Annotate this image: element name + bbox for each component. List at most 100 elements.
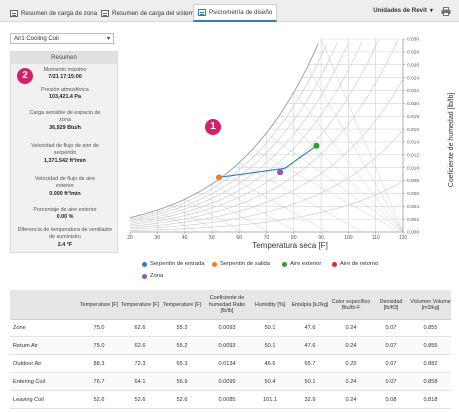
x-tick-label: 110 [372, 235, 380, 241]
y-tick-label: 0.012 [407, 153, 419, 159]
table-cell: 52.6 [134, 397, 146, 403]
table-cell: 0.855 [423, 343, 438, 349]
tab-zone-load-summary[interactable]: Resumen de carga de zona [6, 5, 101, 22]
y-tick-label: 0.000 [407, 230, 419, 236]
column-header: Temperature [F] [120, 301, 160, 308]
legend-item[interactable]: Aire de retorno [332, 261, 378, 267]
row-label: Return Air [13, 343, 38, 349]
legend-item[interactable]: Aire exterior [282, 261, 321, 267]
wet-bulb-line [266, 132, 404, 233]
summary-item: Porcentaje de aire exterior 0.00 % [11, 207, 119, 222]
legend-item[interactable]: Zona [142, 273, 163, 279]
coil-select-value: Air1 Cooling Coil [14, 35, 59, 42]
table-cell: 52.6 [93, 397, 105, 403]
x-ticks: 20 30 40 50 60 70 80 90 100 110 120 [127, 232, 407, 241]
table-cell: 0.24 [345, 325, 357, 331]
summary-label: Carga sensible de espacio de zona [29, 110, 101, 124]
row-label: Zone [13, 325, 26, 331]
table-row[interactable]: Leaving Coil 52.6 52.6 52.6 0.0085 101.1 32.9 0… [10, 392, 451, 409]
y-tick-label: 0.014 [407, 140, 419, 146]
y-tick-label: 0.018 [407, 114, 419, 120]
legend-label: Serpentín de entrada [150, 261, 205, 267]
summary-value: 0.000 ft³/min [49, 190, 81, 197]
y-ticks: 0.000 0.002 0.004 0.006 0.008 0.010 0.012 0.014… [403, 37, 419, 236]
column-header: Volumen Volume [m3/kg] [410, 298, 451, 311]
x-axis-label: Temperatura seca [F] [252, 241, 328, 250]
wet-bulb-line [307, 66, 404, 233]
table-cell: 32.9 [304, 397, 316, 403]
chevron-down-icon: ▾ [106, 36, 110, 42]
legend-swatch [142, 261, 147, 267]
table-cell: 65.3 [176, 361, 188, 367]
y-tick-label: 0.030 [407, 37, 419, 43]
table-cell: 0.0099 [218, 379, 236, 385]
column-header: Entalpía [kJ/kg] [291, 301, 329, 308]
y-tick-label: 0.006 [407, 191, 419, 197]
summary-value: 103,421.4 Pa [48, 94, 82, 101]
y-axis-label: Coeficiente de humedad [lb/lb] [448, 93, 455, 188]
callout-badge-summary: 2 [17, 68, 33, 84]
table-row[interactable]: Entering Coil 76.7 64.1 56.9 0.0099 50.4 50.1 0… [10, 374, 451, 391]
table-cell: 47.6 [304, 325, 316, 331]
summary-value: 1,371.542 ft³/min [44, 157, 86, 164]
summary-label: Diferencia de temperatura de ventilador … [17, 227, 113, 241]
legend-label: Serpentín de salida [220, 261, 270, 267]
legend-item[interactable]: Serpentín de entrada [142, 261, 204, 267]
relative-humidity-curve [129, 41, 363, 224]
coil-select[interactable]: Air1 Cooling Coil ▾ [10, 33, 114, 44]
legend-item[interactable]: Serpentín de salida [212, 261, 270, 267]
table-cell: 0.855 [423, 325, 438, 331]
table-cell: 0.25 [345, 361, 357, 367]
chart-icon [198, 9, 206, 16]
table-cell: 65.7 [304, 361, 316, 367]
wet-bulb-line [239, 162, 363, 233]
summary-value: 36,929 Btu/h [49, 124, 81, 131]
chart-grid [130, 38, 404, 233]
relative-humidity-curve [129, 40, 398, 227]
table-cell: 0.24 [345, 379, 357, 385]
column-header: Temperature [F] [79, 301, 119, 308]
table-cell: 75.0 [93, 325, 105, 331]
y-tick-label: 0.010 [407, 165, 419, 171]
summary-item: Velocidad de flujo de aire exterior 0.00… [11, 176, 119, 198]
table-row[interactable]: Zone 75.0 62.6 55.2 0.0093 50.1 47.6 0.24 0.07 0.… [10, 320, 451, 337]
report-icon [101, 10, 109, 17]
wet-bulb-line [211, 183, 297, 233]
table-cell: 0.0093 [218, 343, 236, 349]
table-cell: 50.1 [304, 379, 316, 385]
column-header: Humidity [%] [254, 301, 286, 308]
wet-bulb-line [320, 38, 404, 233]
row-label: Leaving Coil [13, 397, 44, 403]
table-cell: 0.24 [345, 343, 357, 349]
table-row[interactable]: Return Air 75.0 62.6 55.2 0.0093 50.1 47.6 0.24… [10, 338, 451, 355]
report-icon [10, 10, 18, 17]
summary-label: Presión atmosférica [41, 87, 89, 93]
summary-value: 0.00 % [56, 214, 74, 221]
table-row[interactable]: Outdoor Air 88.3 72.3 65.3 0.0134 46.6 65.7 0.2… [10, 356, 451, 373]
units-dropdown[interactable]: Unidades de Revit ▾ [373, 7, 433, 14]
column-header: Temperature [F] [162, 301, 202, 308]
y-tick-label: 0.026 [407, 62, 419, 68]
psychrometric-table: Temperature [F] Temperature [F] Temperat… [10, 290, 451, 412]
psychrometric-chart: 20 30 40 50 60 70 80 90 100 110 120 0.000 0.002 0.00… [120, 33, 459, 253]
y-tick-label: 0.002 [407, 217, 419, 223]
x-tick-label: 100 [344, 235, 353, 241]
print-icon[interactable] [441, 7, 451, 16]
process-line [284, 145, 317, 169]
table-cell: 52.6 [176, 397, 188, 403]
tab-design-psychrometrics[interactable]: Psicrometría de diseño [193, 4, 278, 22]
table-cell: 56.9 [176, 379, 188, 385]
chart-legend: Serpentín de entrada Serpentín de salida… [142, 261, 442, 283]
x-tick-label: 50 [209, 235, 215, 241]
table-cell: 47.6 [304, 343, 316, 349]
x-tick-label: 30 [155, 235, 161, 241]
table-cell: 62.6 [134, 325, 146, 331]
summary-label: Velocidad de flujo de aire de serpentín [31, 143, 99, 157]
summary-item: Carga sensible de espacio de zona 36,929… [11, 110, 119, 132]
table-cell: 0.24 [345, 397, 357, 403]
tab-system-load-summary[interactable]: Resumen de carga del sistema [97, 5, 201, 22]
table-cell: 46.6 [264, 361, 276, 367]
legend-label: Zona [150, 273, 164, 279]
tab-label: Psicrometría de diseño [209, 9, 273, 16]
table-header: Temperature [F] Temperature [F] Temperat… [10, 290, 451, 320]
